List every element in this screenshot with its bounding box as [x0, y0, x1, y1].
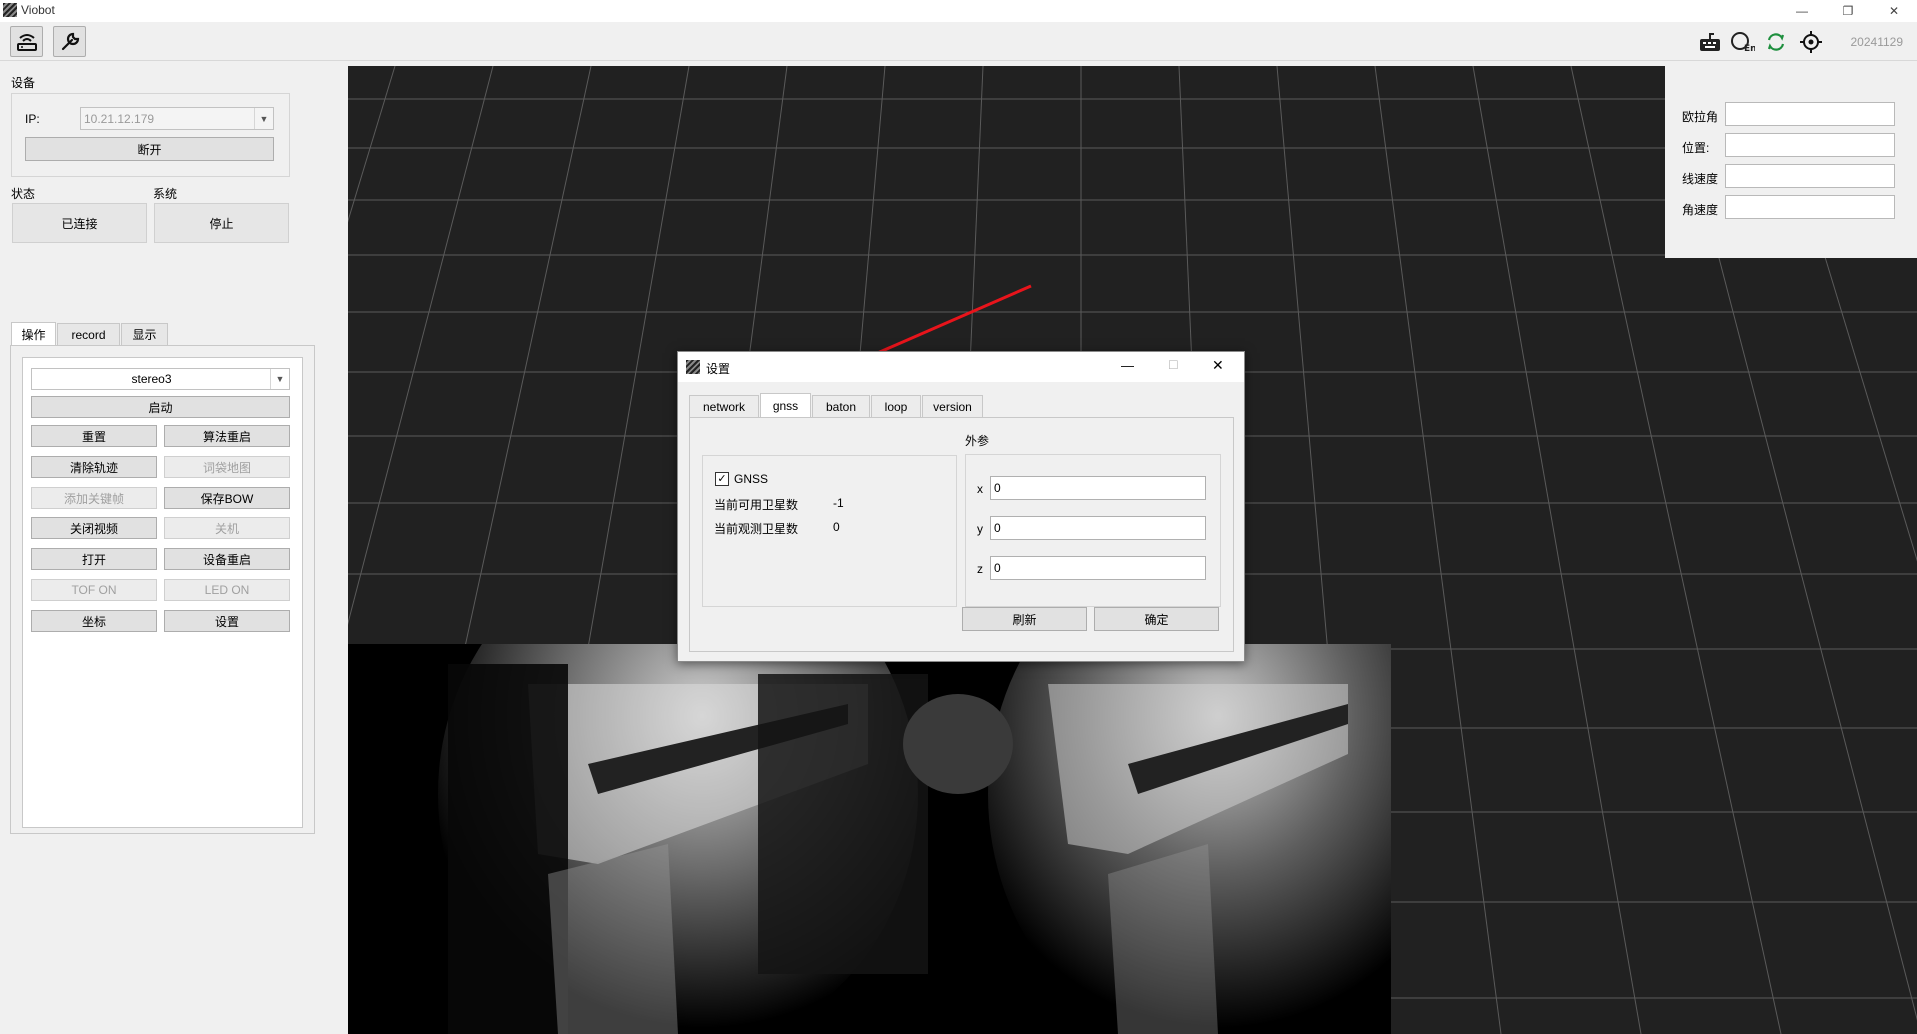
ok-button[interactable]: 确定 — [1094, 607, 1219, 631]
settings-dialog: 设置 — ☐ ✕ network gnss baton loop version… — [677, 351, 1245, 662]
angular-velocity-field[interactable] — [1725, 195, 1895, 219]
z-input[interactable]: 0 — [990, 556, 1206, 580]
mode-combobox[interactable]: stereo3 ▼ — [31, 368, 290, 390]
tab-baton[interactable]: baton — [812, 395, 870, 417]
observed-sats-label: 当前观测卫星数 — [714, 522, 799, 536]
x-label: x — [977, 482, 983, 496]
extrinsics-group: x 0 y 0 z 0 — [965, 454, 1221, 607]
dialog-maximize-button: ☐ — [1168, 358, 1179, 372]
app-logo-icon — [3, 3, 17, 17]
system-label: 系统 — [153, 187, 178, 201]
language-icon[interactable]: En — [1731, 30, 1755, 54]
system-value: 停止 — [154, 203, 289, 243]
tab-network[interactable]: network — [689, 395, 759, 417]
svg-text:En: En — [1744, 44, 1755, 53]
dialog-title-bar: 设置 — ☐ ✕ — [678, 352, 1244, 382]
build-version: 20241129 — [1850, 35, 1904, 49]
device-section-label: 设备 — [11, 76, 36, 90]
gnss-tab-panel: ✓ GNSS 当前可用卫星数 -1 当前观测卫星数 0 外参 x 0 y 0 z… — [689, 417, 1234, 652]
observed-sats-value: 0 — [833, 520, 840, 534]
crosshair-icon[interactable] — [1799, 30, 1823, 54]
dialog-title: 设置 — [706, 362, 731, 376]
pose-info-panel: 欧拉角 位置: 线速度 角速度 — [1665, 66, 1917, 258]
op-button-8[interactable]: 打开 — [31, 548, 157, 570]
euler-label: 欧拉角 — [1682, 110, 1719, 124]
op-button-7: 关机 — [164, 517, 290, 539]
keyboard-icon[interactable] — [1698, 30, 1722, 54]
y-input[interactable]: 0 — [990, 516, 1206, 540]
close-window-button[interactable]: ✕ — [1871, 0, 1917, 22]
grid-line-vertical — [1472, 66, 1642, 1034]
linear-velocity-label: 线速度 — [1682, 172, 1719, 186]
op-button-2[interactable]: 清除轨迹 — [31, 456, 157, 478]
minimize-button[interactable]: — — [1779, 0, 1825, 22]
mode-value: stereo3 — [131, 372, 172, 386]
available-sats-value: -1 — [833, 496, 844, 510]
position-label: 位置: — [1682, 141, 1710, 155]
op-button-0[interactable]: 重置 — [31, 425, 157, 447]
op-button-9[interactable]: 设备重启 — [164, 548, 290, 570]
euler-field[interactable] — [1725, 102, 1895, 126]
disconnect-button[interactable]: 断开 — [25, 137, 274, 161]
status-value: 已连接 — [12, 203, 147, 243]
op-button-12[interactable]: 坐标 — [31, 610, 157, 632]
refresh-icon[interactable] — [1764, 30, 1788, 54]
tab-record[interactable]: record — [57, 323, 120, 345]
ip-value: 10.21.12.179 — [84, 111, 155, 126]
tab-version[interactable]: version — [922, 395, 983, 417]
z-label: z — [977, 562, 983, 576]
extrinsics-label: 外参 — [965, 434, 990, 448]
status-label: 状态 — [11, 187, 36, 201]
op-button-6[interactable]: 关闭视频 — [31, 517, 157, 539]
op-button-1[interactable]: 算法重启 — [164, 425, 290, 447]
operations-inner: stereo3 ▼ 启动 重置 算法重启 清除轨迹 词袋地图 添加关键帧 保存BOW 关闭视… — [22, 357, 303, 828]
op-button-13[interactable]: 设置 — [164, 610, 290, 632]
tab-gnss[interactable]: gnss — [760, 393, 811, 418]
chevron-down-icon: ▼ — [254, 108, 273, 129]
tools-button[interactable] — [53, 26, 86, 57]
gnss-status-group: ✓ GNSS 当前可用卫星数 -1 当前观测卫星数 0 — [702, 455, 957, 607]
wrench-icon — [61, 32, 79, 50]
dialog-close-button[interactable]: ✕ — [1212, 357, 1224, 374]
gnss-checkbox-label: GNSS — [734, 472, 769, 486]
available-sats-label: 当前可用卫星数 — [714, 498, 799, 512]
tab-operations[interactable]: 操作 — [11, 322, 56, 346]
gnss-checkbox[interactable]: ✓ — [715, 472, 729, 486]
angular-velocity-label: 角速度 — [1682, 203, 1719, 217]
window-title: Viobot — [21, 3, 55, 17]
grid-line-vertical — [1374, 66, 1502, 1034]
op-button-3: 词袋地图 — [164, 456, 290, 478]
start-button[interactable]: 启动 — [31, 396, 290, 418]
op-button-led-on: LED ON — [164, 579, 290, 601]
router-icon — [16, 33, 37, 51]
ip-combobox[interactable]: 10.21.12.179 ▼ — [80, 107, 274, 130]
op-button-tof-on: TOF ON — [31, 579, 157, 601]
toolbar: En 20241129 — [0, 22, 1917, 61]
op-button-bow[interactable]: 保存BOW — [164, 487, 290, 509]
ip-label: IP: — [25, 112, 40, 126]
op-button-4: 添加关键帧 — [31, 487, 157, 509]
restore-button[interactable]: ❐ — [1825, 0, 1871, 22]
dialog-minimize-button[interactable]: — — [1121, 358, 1134, 373]
tab-display[interactable]: 显示 — [121, 323, 168, 345]
refresh-button[interactable]: 刷新 — [962, 607, 1087, 631]
stereo-camera-feed — [348, 644, 1391, 1034]
linear-velocity-field[interactable] — [1725, 164, 1895, 188]
connection-button[interactable] — [10, 26, 43, 57]
title-bar: Viobot — ❐ ✕ — [0, 0, 1917, 22]
tab-loop[interactable]: loop — [871, 395, 921, 417]
device-groupbox: IP: 10.21.12.179 ▼ 断开 — [11, 93, 290, 177]
dialog-app-icon — [686, 360, 700, 374]
chevron-down-icon: ▼ — [270, 369, 289, 389]
position-field[interactable] — [1725, 133, 1895, 157]
operations-panel: stereo3 ▼ 启动 重置 算法重启 清除轨迹 词袋地图 添加关键帧 保存BOW 关闭视… — [10, 345, 315, 834]
y-label: y — [977, 522, 983, 536]
x-input[interactable]: 0 — [990, 476, 1206, 500]
